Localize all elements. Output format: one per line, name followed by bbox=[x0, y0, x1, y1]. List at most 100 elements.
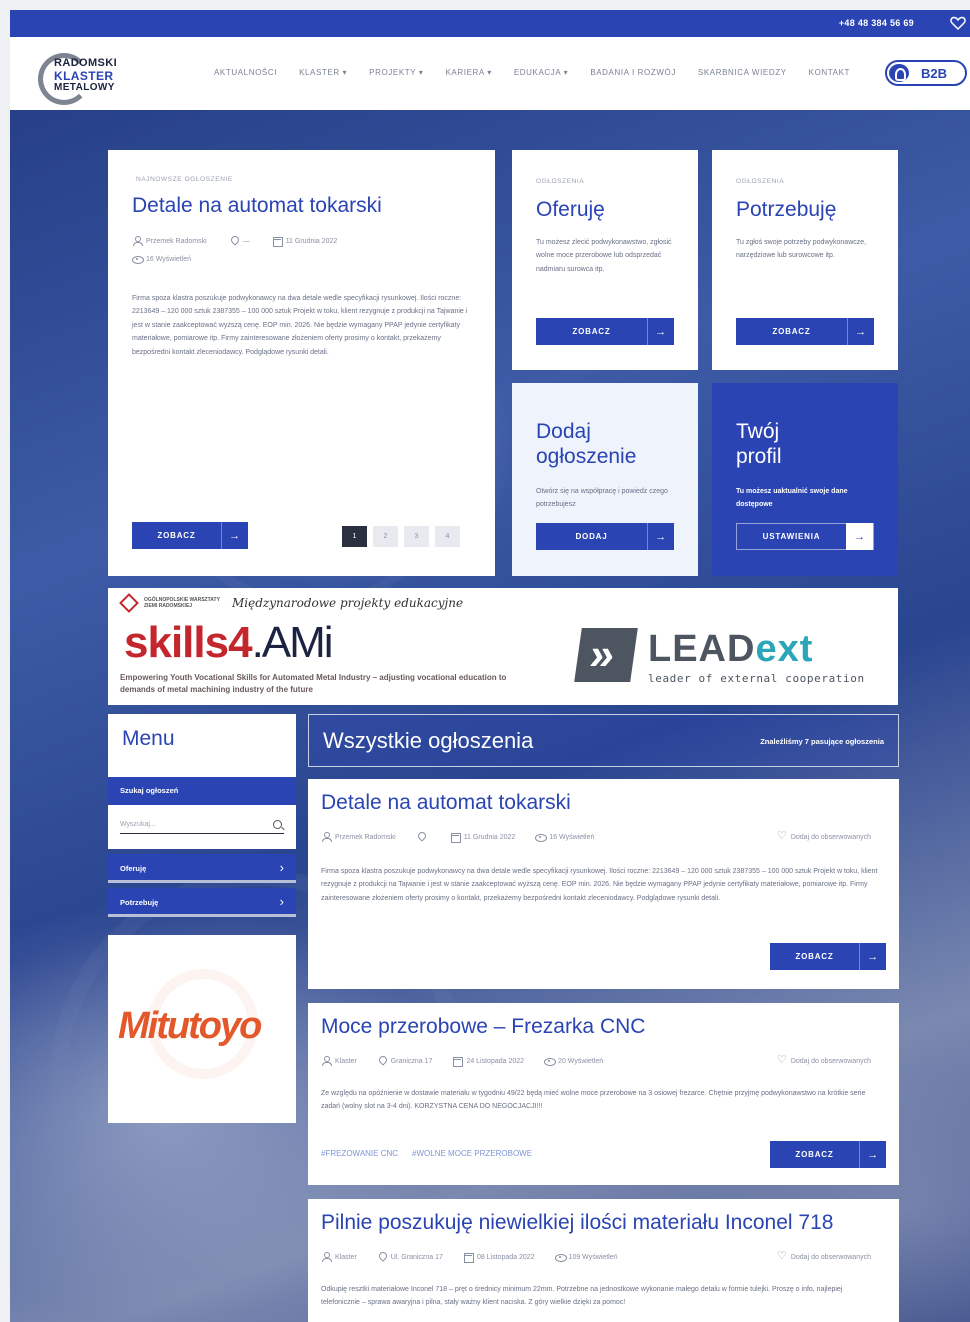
location-pin-icon bbox=[377, 1056, 387, 1066]
calendar-icon bbox=[272, 236, 283, 247]
settings-button[interactable]: USTAWIENIA → bbox=[736, 523, 874, 550]
need-description: Tu zgłoś swoje potrzeby podwykonawcze, n… bbox=[736, 239, 867, 260]
featured-view-button[interactable]: ZOBACZ → bbox=[132, 522, 248, 549]
page-4-button[interactable]: 4 bbox=[435, 526, 460, 547]
offer-view-button[interactable]: ZOBACZ → bbox=[536, 318, 674, 345]
site-logo[interactable]: RADOMSKI KLASTER METALOWY bbox=[38, 51, 128, 111]
offer-label: OGŁOSZENIA bbox=[536, 178, 585, 185]
nav-item-badania[interactable]: BADANIA I ROZWÓJ bbox=[590, 68, 676, 77]
offer-card: OGŁOSZENIA Oferuję Tu możesz zlecić podw… bbox=[512, 150, 698, 370]
listing-view-button-label: ZOBACZ bbox=[795, 952, 834, 961]
nav-item-klaster[interactable]: KLASTER ▾ bbox=[299, 68, 347, 77]
listing-item-title[interactable]: Detale na automat tokarski bbox=[321, 791, 571, 815]
tag-link[interactable]: #FREZOWANIE CNC bbox=[321, 1149, 398, 1158]
add-title-line-2: ogłoszenie bbox=[536, 445, 637, 468]
skills-four: 4 bbox=[228, 618, 253, 667]
sidebar-title: Menu bbox=[108, 714, 296, 777]
logo-line-2: KLASTER bbox=[54, 69, 114, 83]
sponsor-mitutoyo-banner[interactable]: Mitutoyo bbox=[108, 935, 296, 1123]
listing-view-button[interactable]: ZOBACZ → bbox=[770, 1141, 886, 1168]
observe-label: Dodaj do obserwowanych bbox=[790, 833, 871, 841]
banner-description: Empowering Youth Vocational Skills for A… bbox=[120, 673, 507, 694]
listing-item: Detale na automat tokarski Przemek Radom… bbox=[308, 779, 899, 989]
listing-item-title[interactable]: Moce przerobowe – Frezarka CNC bbox=[321, 1015, 645, 1039]
tag-link[interactable]: #WOLNE MOCE PRZEROBOWE bbox=[412, 1149, 532, 1158]
listing-item-meta: Przemek Radomski 11 Grudnia 2022 16 Wyśw… bbox=[321, 829, 881, 843]
listing-item-meta: Klaster Ul. Graniczna 17 08 Listopada 20… bbox=[321, 1249, 881, 1263]
profile-card: Twój profil Tu możesz uaktualnić swoje d… bbox=[712, 383, 898, 576]
nav-item-kariera[interactable]: KARIERA ▾ bbox=[446, 68, 492, 77]
listing-item-author: Klaster bbox=[335, 1253, 357, 1261]
listing-item: Moce przerobowe – Frezarka CNC Klaster G… bbox=[308, 1003, 899, 1185]
observe-label: Dodaj do obserwowanych bbox=[790, 1057, 871, 1065]
banner-org: OGÓLNOPOLSKIE WARSZTATY ZIEMI RADOMSKIEJ bbox=[144, 597, 220, 609]
nav-item-edukacja[interactable]: EDUKACJA ▾ bbox=[514, 68, 568, 77]
listing-view-button[interactable]: ZOBACZ → bbox=[770, 943, 886, 970]
listing-header: Wszystkie ogłoszenia Znaleźliśmy 7 pasuj… bbox=[308, 714, 899, 767]
search-input[interactable]: Wyszukaj... bbox=[120, 816, 284, 834]
listing-item-author: Przemek Radomski bbox=[335, 833, 396, 841]
need-view-button[interactable]: ZOBACZ → bbox=[736, 318, 874, 345]
observe-button[interactable]: Dodaj do obserwowanych bbox=[777, 1053, 871, 1066]
listing-item-location: Graniczna 17 bbox=[390, 1057, 433, 1065]
observe-button[interactable]: Dodaj do obserwowanych bbox=[777, 829, 871, 842]
user-icon bbox=[132, 236, 143, 246]
nav-item-skarbnica[interactable]: SKARBNICA WIEDZY bbox=[698, 68, 787, 77]
lock-icon bbox=[889, 64, 909, 82]
nav-item-kontakt[interactable]: KONTAKT bbox=[809, 68, 850, 77]
search-icon[interactable] bbox=[273, 820, 282, 829]
profile-description: Tu możesz uaktualnić swoje dane dostępow… bbox=[736, 488, 848, 509]
nav-item-aktualnosci[interactable]: AKTUALNOŚCI bbox=[214, 68, 277, 77]
featured-title[interactable]: Detale na automat tokarski bbox=[132, 194, 382, 218]
listing-item-date: 08 Listopada 2022 bbox=[476, 1253, 535, 1261]
location-pin-icon bbox=[416, 832, 426, 842]
listing-view-button-label: ZOBACZ bbox=[795, 1150, 834, 1159]
add-button[interactable]: DODAJ → bbox=[536, 523, 674, 550]
profile-title[interactable]: Twój profil bbox=[736, 419, 782, 469]
nav-item-projekty[interactable]: PROJEKTY ▾ bbox=[369, 68, 423, 77]
observe-button[interactable]: Dodaj do obserwowanych bbox=[777, 1249, 871, 1262]
skills-text: skills bbox=[124, 618, 229, 667]
featured-view-button-label: ZOBACZ bbox=[157, 531, 196, 540]
add-button-label: DODAJ bbox=[575, 532, 608, 541]
eye-icon bbox=[544, 1056, 557, 1066]
page-1-button[interactable]: 1 bbox=[342, 526, 367, 547]
search-section-label: Szukaj ogłoszeń bbox=[108, 777, 296, 805]
featured-label: NAJNOWSZE OGŁOSZENIE bbox=[136, 176, 233, 183]
listing-title: Wszystkie ogłoszenia bbox=[323, 728, 534, 753]
user-icon bbox=[321, 1252, 332, 1262]
featured-author: Przemek Radomski bbox=[146, 237, 207, 245]
offer-title[interactable]: Oferuję bbox=[536, 198, 605, 222]
heart-icon bbox=[777, 1249, 787, 1262]
offer-description: Tu możesz zlecić podwykonawstwo, zgłosić… bbox=[536, 239, 672, 273]
sidebar-item-potrzebuje[interactable]: Potrzebuję › bbox=[108, 888, 296, 917]
favorites-heart-icon[interactable] bbox=[950, 15, 966, 31]
arrow-right-icon: → bbox=[859, 943, 886, 970]
need-title[interactable]: Potrzebuję bbox=[736, 198, 836, 222]
profile-title-line-1: Twój bbox=[736, 420, 780, 443]
listing-item-author: Klaster bbox=[335, 1057, 357, 1065]
logo-line-3: METALOWY bbox=[54, 82, 115, 93]
listing-count: Znaleźliśmy 7 pasujące ogłoszenia bbox=[760, 737, 884, 746]
listing-item: Pilnie poszukuję niewielkiej ilości mate… bbox=[308, 1199, 899, 1322]
page-3-button[interactable]: 3 bbox=[404, 526, 429, 547]
featured-pagination: 1 2 3 4 bbox=[342, 526, 460, 547]
listing-item-title[interactable]: Pilnie poszukuję niewielkiej ilości mate… bbox=[321, 1211, 833, 1235]
b2b-button[interactable]: B2B bbox=[885, 60, 967, 86]
settings-button-label: USTAWIENIA bbox=[762, 532, 821, 541]
arrow-right-icon: → bbox=[647, 523, 674, 550]
main-navigation: RADOMSKI KLASTER METALOWY AKTUALNOŚCI KL… bbox=[10, 37, 970, 110]
sidebar-item-oferuje[interactable]: Oferuję › bbox=[108, 854, 296, 883]
location-pin-icon bbox=[229, 236, 239, 246]
eye-icon bbox=[132, 254, 144, 264]
listing-item-tags: #FREZOWANIE CNC #WOLNE MOCE PRZEROBOWE bbox=[321, 1149, 532, 1158]
listing-item-description: Ze względu na opóźnienie w dostawie mate… bbox=[321, 1090, 866, 1111]
arrow-right-icon: → bbox=[847, 318, 874, 345]
listing-item-description: Firma spoza klastra poszukuje podwykonaw… bbox=[321, 868, 878, 902]
projects-banner[interactable]: OGÓLNOPOLSKIE WARSZTATY ZIEMI RADOMSKIEJ… bbox=[108, 588, 898, 705]
page-2-button[interactable]: 2 bbox=[373, 526, 398, 547]
phone-number[interactable]: +48 48 384 56 69 bbox=[839, 18, 914, 28]
add-title[interactable]: Dodaj ogłoszenie bbox=[536, 419, 636, 469]
listing-item-views: 20 Wyświetleń bbox=[558, 1057, 604, 1065]
featured-views: 16 Wyświetleń bbox=[146, 255, 192, 263]
